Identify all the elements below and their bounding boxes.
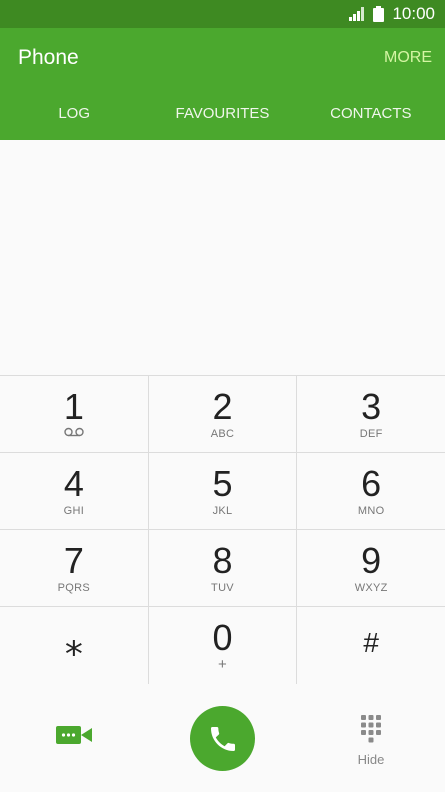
keypad-row: 4 GHI 5 JKL 6 MNO xyxy=(0,453,445,530)
video-call-icon[interactable] xyxy=(56,722,92,748)
key-letters: JKL xyxy=(212,505,233,517)
key-hash[interactable]: # xyxy=(297,607,445,684)
number-display[interactable] xyxy=(0,140,445,375)
tab-favourites[interactable]: FAVOURITES xyxy=(148,104,296,130)
signal-icon xyxy=(349,7,365,21)
key-5[interactable]: 5 JKL xyxy=(149,453,298,529)
key-digit: 1 xyxy=(63,386,84,427)
phone-icon xyxy=(210,726,235,751)
keypad-row: 1 2 ABC 3 DEF xyxy=(0,376,445,453)
key-digit: 3 xyxy=(361,386,382,427)
key-digit: 7 xyxy=(63,540,84,581)
key-4[interactable]: 4 GHI xyxy=(0,453,149,529)
key-digit: 2 xyxy=(212,386,233,427)
key-8[interactable]: 8 TUV xyxy=(149,530,298,606)
hide-keypad-button[interactable]: Hide xyxy=(345,714,397,767)
status-time: 10:00 xyxy=(392,4,435,23)
app-bar: Phone MORE LOG FAVOURITES CONTACTS xyxy=(0,28,445,140)
key-letters: ABC xyxy=(210,428,235,440)
key-0[interactable]: 0 + xyxy=(149,607,298,684)
key-digit: 0 xyxy=(212,617,233,658)
page-title: Phone xyxy=(18,46,79,69)
dialpad-icon xyxy=(361,715,381,743)
keypad-row: ⁎ 0 + # xyxy=(0,607,445,685)
key-letters: DEF xyxy=(359,428,383,440)
more-button[interactable]: MORE xyxy=(384,49,432,67)
key-letters: MNO xyxy=(357,505,385,517)
bottom-bar: Hide xyxy=(0,684,445,792)
key-letters: TUV xyxy=(211,582,234,594)
keypad-row: 7 PQRS 8 TUV 9 WXYZ xyxy=(0,530,445,607)
key-digit: 9 xyxy=(361,540,382,581)
dial-keypad: 1 2 ABC 3 DEF 4 GHI 5 JKL 6 MNO 7 PQRS 8… xyxy=(0,375,445,685)
key-digit: 4 xyxy=(63,463,84,504)
status-bar: 10:00 xyxy=(0,0,445,28)
key-letters: PQRS xyxy=(57,582,91,594)
key-7[interactable]: 7 PQRS xyxy=(0,530,149,606)
key-digit: # xyxy=(363,627,379,658)
key-letters: + xyxy=(217,656,228,673)
key-9[interactable]: 9 WXYZ xyxy=(297,530,445,606)
key-digit: ⁎ xyxy=(64,622,83,663)
tab-contacts[interactable]: CONTACTS xyxy=(297,104,445,130)
key-digit: 6 xyxy=(361,463,382,504)
tab-log[interactable]: LOG xyxy=(0,104,148,130)
key-6[interactable]: 6 MNO xyxy=(297,453,445,529)
tab-bar: LOG FAVOURITES CONTACTS xyxy=(0,104,445,130)
key-digit: 8 xyxy=(212,540,233,581)
key-2[interactable]: 2 ABC xyxy=(149,376,298,452)
key-digit: 5 xyxy=(212,463,233,504)
voicemail-icon xyxy=(64,427,84,437)
key-letters: GHI xyxy=(63,505,85,517)
key-letters: WXYZ xyxy=(354,582,388,594)
hide-label: Hide xyxy=(357,752,385,767)
key-3[interactable]: 3 DEF xyxy=(297,376,445,452)
key-star[interactable]: ⁎ xyxy=(0,607,149,684)
call-button[interactable] xyxy=(190,706,255,771)
key-1[interactable]: 1 xyxy=(0,376,149,452)
status-icons: 10:00 xyxy=(349,0,435,28)
battery-icon xyxy=(373,6,385,22)
